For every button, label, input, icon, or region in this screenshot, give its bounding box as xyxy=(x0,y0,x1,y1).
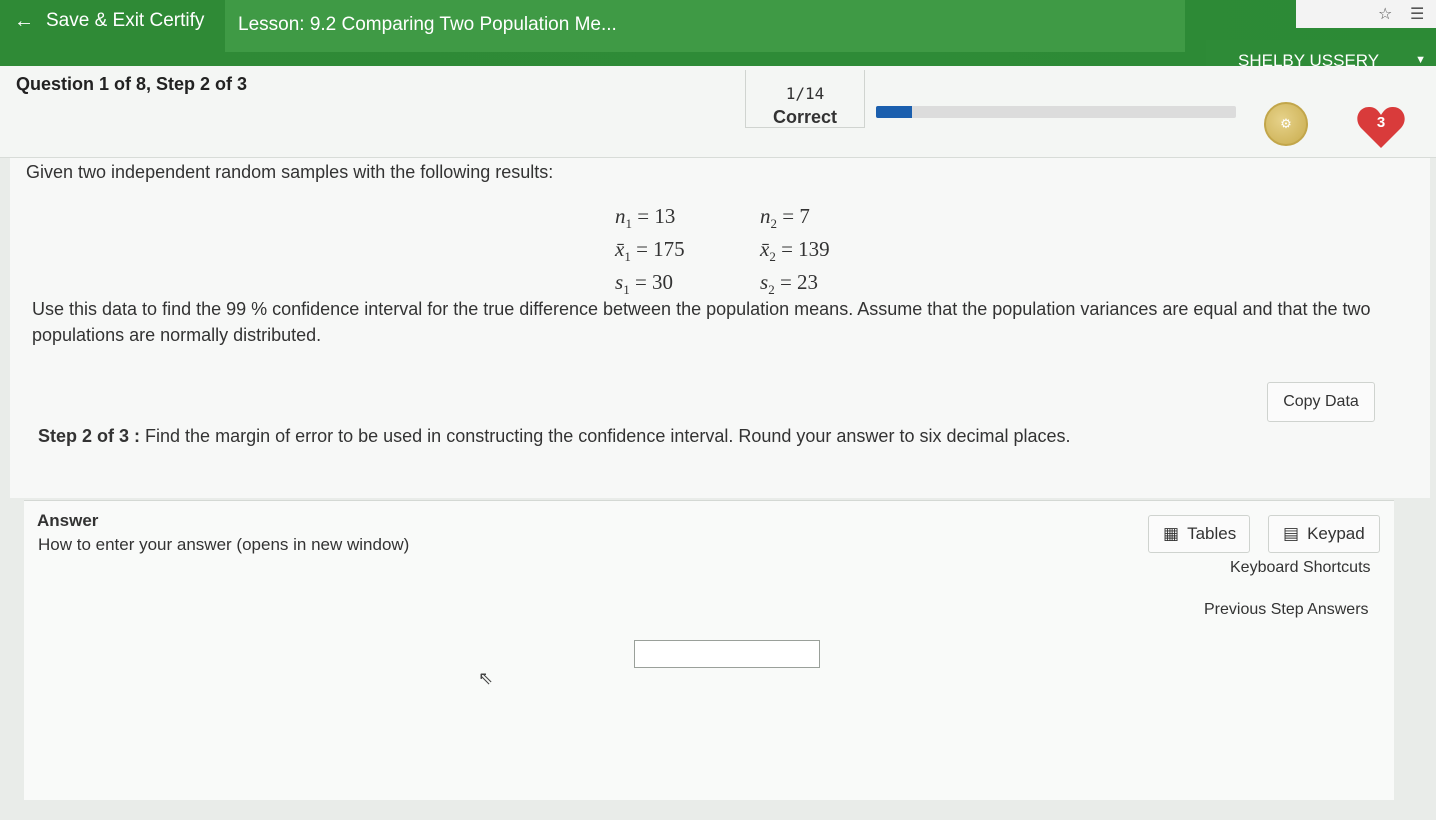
previous-step-answers-link[interactable]: Previous Step Answers xyxy=(1204,601,1369,619)
save-exit-label: Save & Exit Certify xyxy=(46,10,205,31)
problem-intro: Given two independent random samples wit… xyxy=(26,162,554,182)
sample-stats: n1 = 13 n2 = 7 x̄1 = 175 x̄2 = 139 s1 = … xyxy=(615,202,830,301)
progress-fill xyxy=(876,106,912,118)
problem-instructions: Use this data to find the 99 % confidenc… xyxy=(32,299,1371,345)
tables-button[interactable]: ▦ Tables xyxy=(1148,515,1250,553)
chevron-down-icon: ▼ xyxy=(1415,54,1426,66)
lesson-title: Lesson: 9.2 Comparing Two Population Me.… xyxy=(225,0,1185,52)
favorites-icon[interactable]: ☰ xyxy=(1410,4,1424,24)
question-content: Given two independent random samples wit… xyxy=(10,158,1430,498)
answer-title: Answer xyxy=(37,511,99,530)
save-exit-button[interactable]: ← Save & Exit Certify xyxy=(0,0,225,42)
answer-status: Correct xyxy=(772,107,838,127)
tables-label: Tables xyxy=(1187,524,1237,543)
question-step: Question 1 of 8, Step 2 of 3 xyxy=(16,74,248,94)
status-bar: Question 1 of 8, Step 2 of 3 1/14 Correc… xyxy=(0,66,1436,158)
table-icon: ▦ xyxy=(1163,524,1180,543)
keyboard-shortcuts-link[interactable]: Keyboard Shortcuts xyxy=(1230,559,1371,577)
progress-summary: 1/14 Correct xyxy=(745,70,865,128)
how-to-enter-link[interactable]: How to enter your answer (opens in new w… xyxy=(38,535,409,555)
keypad-label: Keypad xyxy=(1307,524,1365,543)
step-prompt: Step 2 of 3 : Find the margin of error t… xyxy=(38,426,1071,447)
step-text: Find the margin of error to be used in c… xyxy=(145,426,1071,446)
browser-toolbar: ☆ ☰ xyxy=(1296,0,1436,28)
star-icon[interactable]: ☆ xyxy=(1378,4,1392,24)
mouse-cursor-icon: ⇖ xyxy=(478,668,494,688)
stats-row: x̄1 = 175 x̄2 = 139 xyxy=(615,237,830,265)
stats-row: n1 = 13 n2 = 7 xyxy=(615,204,810,232)
coin-icon: ⚙ xyxy=(1264,102,1308,146)
progress-bar xyxy=(876,106,1236,118)
copy-data-button[interactable]: Copy Data xyxy=(1267,382,1375,422)
lives-count: 3 xyxy=(1376,114,1386,131)
step-label: Step 2 of 3 : xyxy=(38,426,141,446)
progress-count: 1/14 xyxy=(785,84,825,103)
answer-input[interactable] xyxy=(634,640,820,668)
keypad-button[interactable]: ▤ Keypad xyxy=(1268,515,1380,553)
back-arrow-icon: ← xyxy=(14,9,34,32)
calculator-icon: ▤ xyxy=(1283,524,1300,543)
answer-panel: Answer How to enter your answer (opens i… xyxy=(24,500,1394,800)
